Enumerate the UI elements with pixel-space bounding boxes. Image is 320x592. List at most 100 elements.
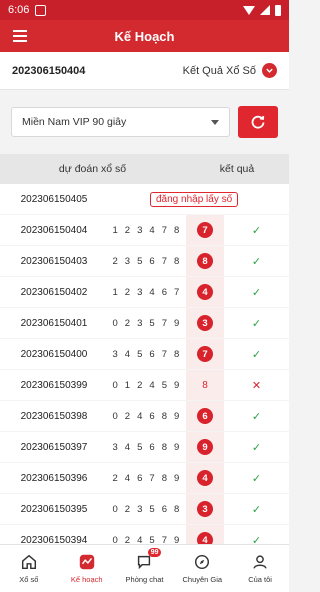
check-icon: ✓ — [251, 441, 262, 454]
unread-badge: 99 — [147, 548, 162, 557]
check-icon: ✓ — [251, 348, 262, 361]
wifi-icon — [243, 5, 255, 15]
row-result-ball: 3 — [197, 501, 213, 517]
nav-item-kế-hoạch[interactable]: Kế hoạch — [58, 545, 116, 592]
game-select[interactable]: Miền Nam VIP 90 giây — [11, 107, 230, 137]
table-row: 202306150402 1 2 3 4 6 7 4 ✓ — [0, 277, 289, 308]
row-result-cell: 7 — [186, 339, 224, 369]
check-icon: ✓ — [251, 472, 262, 485]
row-prediction: 0 2 3 5 7 9 — [112, 317, 182, 329]
check-icon: ✓ — [251, 317, 262, 330]
result-link-label: Kết Quả Xổ Số — [182, 64, 256, 77]
row-period: 202306150396 — [20, 472, 88, 484]
game-select-value: Miền Nam VIP 90 giây — [22, 116, 127, 128]
user-icon — [251, 553, 269, 573]
page-title: Kế Hoạch — [114, 28, 175, 44]
table-row: 202306150404 1 2 3 4 7 8 7 ✓ — [0, 215, 289, 246]
row-period: 202306150400 — [20, 348, 88, 360]
row-result-cell: 3 — [186, 308, 224, 338]
row-period: 202306150403 — [20, 255, 88, 267]
nav-label: Chuyên Gia — [182, 575, 223, 584]
row-result-cell: 9 — [186, 432, 224, 462]
nav-label: Xổ số — [19, 575, 39, 584]
check-icon: ✓ — [251, 286, 262, 299]
row-period: 202306150395 — [20, 503, 88, 515]
nav-item-xổ-số[interactable]: Xổ số — [0, 545, 58, 592]
row-period: 202306150404 — [20, 224, 88, 236]
battery-icon — [275, 4, 281, 16]
row-prediction: 1 2 3 4 7 8 — [112, 224, 182, 236]
row-prediction: 1 2 3 4 6 7 — [112, 286, 182, 298]
chevron-down-icon — [262, 63, 277, 78]
row-prediction: 0 2 3 5 6 8 — [112, 503, 182, 515]
nav-item-phòng-chat[interactable]: 99 Phòng chat — [116, 545, 174, 592]
table-row: 202306150398 0 2 4 6 8 9 6 ✓ — [0, 401, 289, 432]
row-result-ball: 4 — [197, 470, 213, 486]
refresh-icon — [251, 115, 265, 129]
table-row: 202306150396 2 4 6 7 8 9 4 ✓ — [0, 463, 289, 494]
row-result-ball: 6 — [197, 408, 213, 424]
pending-row: 202306150405 đăng nhập lấy số — [0, 184, 289, 215]
trend-icon — [78, 553, 96, 573]
table-row: 202306150403 2 3 5 6 7 8 8 ✓ — [0, 246, 289, 277]
row-result-ball: 8 — [197, 253, 213, 269]
row-period: 202306150399 — [20, 379, 88, 391]
table-row: 202306150395 0 2 3 5 6 8 3 ✓ — [0, 494, 289, 525]
compass-icon — [193, 553, 211, 573]
table-row: 202306150401 0 2 3 5 7 9 3 ✓ — [0, 308, 289, 339]
row-result-cell: 8 — [186, 246, 224, 276]
nav-item-của-tôi[interactable]: Của tôi — [231, 545, 289, 592]
table-header: dự đoán xổ số kết quả — [0, 154, 289, 184]
row-result-ball: 7 — [197, 346, 213, 362]
row-result-ball: 7 — [197, 222, 213, 238]
nav-label: Của tôi — [248, 575, 272, 584]
row-result-cell: 4 — [186, 463, 224, 493]
row-period: 202306150401 — [20, 317, 88, 329]
notification-icon — [35, 4, 47, 16]
row-result-ball: 3 — [197, 315, 213, 331]
check-icon: ✓ — [251, 255, 262, 268]
bottom-nav: Xổ số Kế hoạch 99 Phòng chat Chuyên Gia Của t… — [0, 544, 289, 592]
signal-icon — [260, 5, 270, 15]
status-time: 6:06 — [8, 4, 30, 16]
menu-icon[interactable] — [0, 20, 40, 52]
login-for-numbers-button[interactable]: đăng nhập lấy số — [150, 191, 239, 207]
app-bar: Kế Hoạch — [0, 20, 289, 52]
row-period: 202306150402 — [20, 286, 88, 298]
chat-icon: 99 — [135, 548, 162, 573]
lottery-result-link[interactable]: Kết Quả Xổ Số — [183, 63, 277, 78]
row-period: 202306150397 — [20, 441, 88, 453]
row-result-cell: 8 — [186, 370, 224, 400]
row-prediction: 2 3 5 6 7 8 — [112, 255, 182, 267]
row-prediction: 0 2 4 6 8 9 — [112, 410, 182, 422]
row-result-ball: 4 — [197, 284, 213, 300]
filter-row: Miền Nam VIP 90 giây — [0, 90, 289, 154]
row-result-ball: 9 — [197, 439, 213, 455]
check-icon: ✓ — [251, 503, 262, 516]
header-result: kết quả — [219, 163, 255, 175]
home-icon — [20, 553, 38, 573]
status-bar: 6:06 — [0, 0, 289, 20]
table-row: 202306150397 3 4 5 6 8 9 9 ✓ — [0, 432, 289, 463]
row-result-cell: 6 — [186, 401, 224, 431]
nav-label: Kế hoạch — [70, 575, 103, 584]
row-prediction: 3 4 5 6 8 9 — [112, 441, 182, 453]
row-prediction: 0 1 2 4 5 9 — [112, 379, 182, 391]
row-result-cell: 7 — [186, 215, 224, 245]
caret-down-icon — [211, 119, 219, 125]
table-row: 202306150399 0 1 2 4 5 9 8 ✕ — [0, 370, 289, 401]
row-prediction: 3 4 5 6 7 8 — [112, 348, 182, 360]
refresh-button[interactable] — [238, 106, 278, 138]
row-result-cell: 3 — [186, 494, 224, 524]
header-prediction: dự đoán xổ số — [58, 163, 127, 175]
row-prediction: 2 4 6 7 8 9 — [112, 472, 182, 484]
info-row: 202306150404 Kết Quả Xổ Số — [0, 52, 289, 90]
row-period: 202306150398 — [20, 410, 88, 422]
row-result-cell: 4 — [186, 277, 224, 307]
cross-icon: ✕ — [251, 379, 262, 392]
row-result: 8 — [202, 379, 208, 391]
check-icon: ✓ — [251, 224, 262, 237]
table-row: 202306150400 3 4 5 6 7 8 7 ✓ — [0, 339, 289, 370]
nav-item-chuyên-gia[interactable]: Chuyên Gia — [173, 545, 231, 592]
nav-label: Phòng chat — [125, 575, 164, 584]
